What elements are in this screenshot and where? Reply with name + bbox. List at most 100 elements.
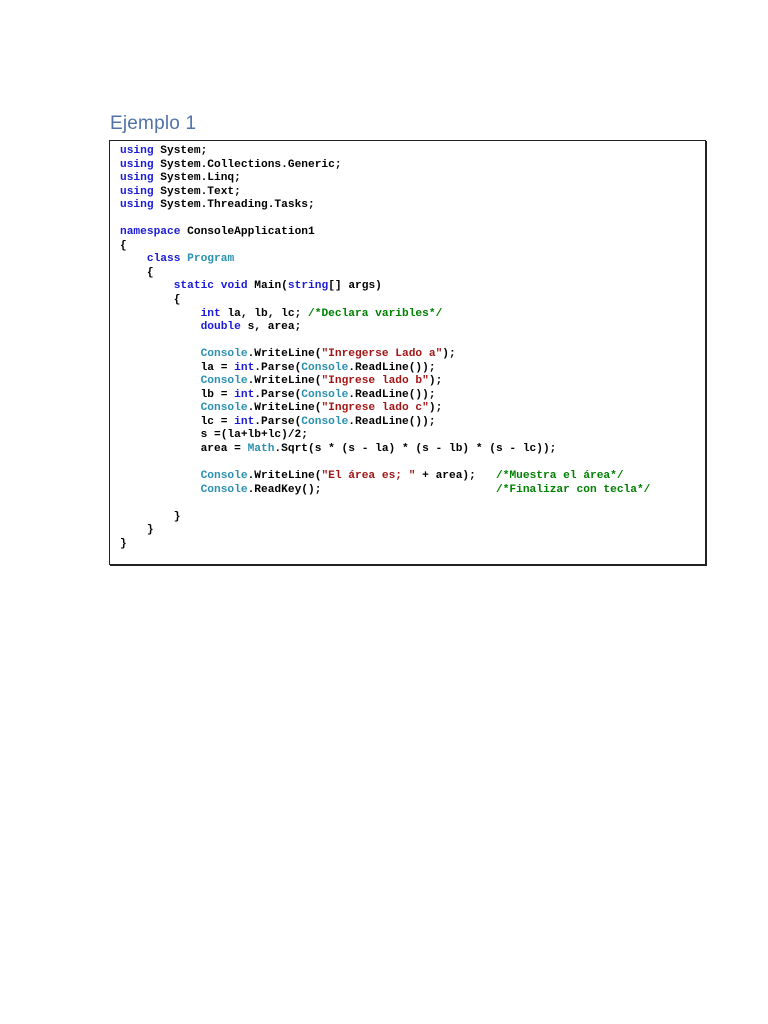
code-text: .WriteLine( (247, 402, 322, 415)
code-type: Math (247, 443, 275, 456)
code-text: lc = (120, 415, 235, 428)
code-string: "Ingrese lado b" (321, 375, 429, 388)
code-line: Console.WriteLine("Ingrese lado b"); (120, 375, 650, 389)
code-string: "Ingrese lado c" (321, 402, 429, 415)
code-keyword: void (220, 280, 248, 293)
section-title: Ejemplo 1 (110, 112, 197, 134)
code-line: { (120, 267, 650, 281)
code-keyword: int (234, 415, 255, 428)
code-keyword: using (120, 145, 154, 157)
code-type: Console (200, 402, 248, 415)
code-string: "Inregerse Lado a" (321, 348, 443, 361)
code-type: Console (301, 415, 349, 428)
code-line: Console.WriteLine("El área es; " + area)… (120, 470, 650, 484)
code-text: System.Collections.Generic; (153, 158, 342, 171)
code-text: .Sqrt(s * (s - la) * (s - lb) * (s - lc)… (274, 443, 557, 456)
code-text: la = (120, 361, 235, 374)
code-text: + area); (415, 470, 497, 483)
code-keyword: using (120, 158, 154, 171)
code-text: } (120, 524, 154, 537)
code-line: Console.WriteLine("Inregerse Lado a"); (120, 348, 650, 362)
code-text: ConsoleApplication1 (180, 226, 315, 239)
code-text: s, area; (240, 321, 302, 334)
code-text: .WriteLine( (247, 348, 322, 361)
code-text: { (120, 294, 181, 307)
code-type: Console (200, 470, 248, 483)
code-line: double s, area; (120, 321, 650, 335)
code-keyword: int (234, 361, 255, 374)
code-text: .Parse( (254, 388, 302, 401)
code-text: .Parse( (254, 361, 302, 374)
code-text: System.Text; (153, 185, 241, 198)
code-line: la = int.Parse(Console.ReadLine()); (120, 362, 650, 376)
code-line: using System.Linq; (120, 172, 650, 186)
code-line: Console.ReadKey(); /*Finalizar con tecla… (120, 483, 651, 498)
code-comment: /*Declara varibles*/ (308, 307, 443, 320)
code-line: using System.Text; (120, 186, 650, 200)
code-text: } (120, 510, 181, 523)
code-text: .WriteLine( (247, 375, 322, 388)
code-line: { (120, 240, 650, 254)
code-line: lb = int.Parse(Console.ReadLine()); (120, 389, 650, 403)
code-line: using System; (120, 145, 650, 159)
code-line: namespace ConsoleApplication1 (120, 226, 650, 240)
code-keyword: static (173, 280, 215, 293)
code-block: using System; using System.Collections.Ge… (109, 140, 706, 565)
code-line: } (120, 524, 650, 538)
code-text: Main( (247, 280, 288, 293)
code-type: Console (200, 375, 248, 388)
code-type: Console (200, 348, 248, 361)
code-keyword: string (287, 280, 329, 293)
code-text: System; (153, 145, 208, 157)
code-text: .ReadLine()); (348, 388, 436, 401)
code-line: lc = int.Parse(Console.ReadLine()); (120, 416, 650, 430)
code-text: area = (120, 443, 248, 456)
code-keyword: int (200, 307, 221, 320)
code-text: lb = (120, 388, 235, 401)
code-line: s =(la+lb+lc)/2; (120, 429, 650, 443)
code-type: Console (301, 361, 349, 374)
code-text: [] args) (328, 280, 382, 293)
code-keyword: namespace (120, 226, 181, 239)
code-keyword: double (200, 321, 241, 334)
code-text: .Parse( (254, 415, 302, 428)
code-line: { (120, 294, 650, 308)
code-line: using System.Collections.Generic; (120, 159, 650, 173)
code-comment: /*Finalizar con tecla*/ (495, 483, 651, 496)
code-text: s =(la+lb+lc)/2; (120, 429, 308, 442)
code-text: { (120, 266, 154, 279)
code-comment: /*Muestra el área*/ (496, 470, 624, 483)
code-text: ); (428, 375, 443, 388)
code-text: { (120, 239, 127, 252)
code-keyword: class (146, 253, 181, 266)
code-line: } (120, 511, 650, 525)
code-type: Console (200, 483, 248, 496)
code-text: la, lb, lc; (220, 307, 309, 320)
code-listing: using System; using System.Collections.Ge… (120, 145, 650, 551)
code-keyword: int (234, 388, 255, 401)
code-text: ); (428, 402, 443, 415)
code-text: } (120, 537, 127, 550)
code-keyword: using (120, 199, 154, 212)
code-line: int la, lb, lc; /*Declara varibles*/ (120, 308, 650, 322)
code-text: .WriteLine( (247, 470, 322, 483)
code-text: ); (442, 348, 456, 361)
code-line: area = Math.Sqrt(s * (s - la) * (s - lb)… (120, 443, 650, 457)
code-type: Program (187, 253, 235, 266)
code-text: .ReadLine()); (348, 361, 436, 374)
code-keyword: using (120, 185, 154, 198)
code-line: Console.WriteLine("Ingrese lado c"); (120, 402, 650, 416)
code-string: "El área es; " (321, 470, 416, 483)
